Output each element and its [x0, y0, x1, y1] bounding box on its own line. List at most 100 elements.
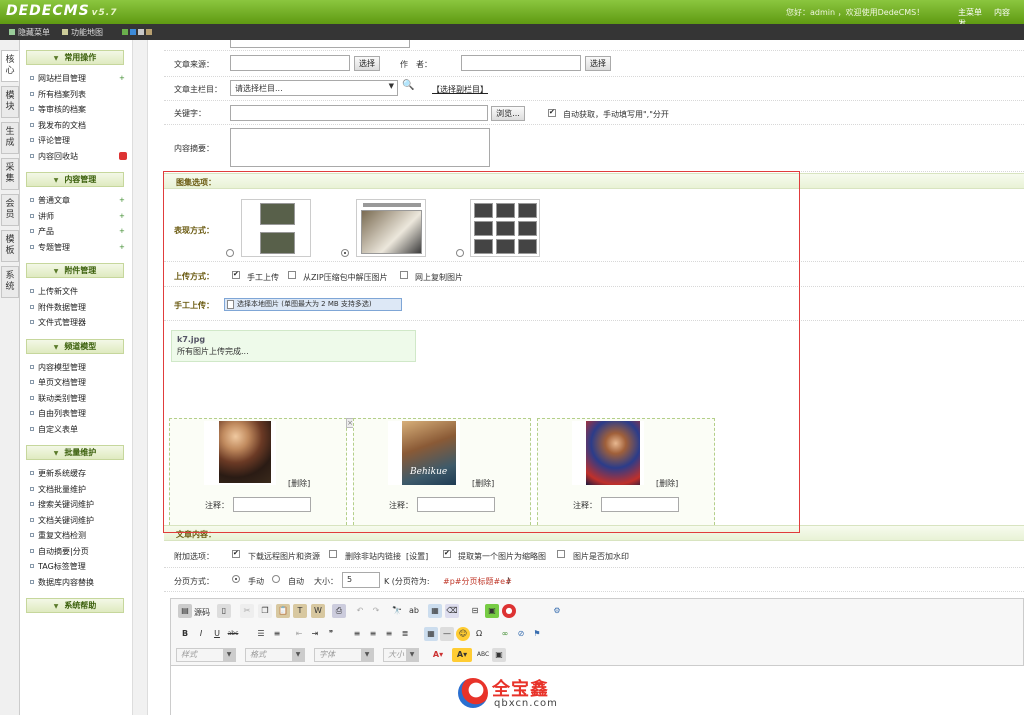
choose-local-images-button[interactable]: 选择本地图片 (单图最大为 2 MB 支持多选) — [224, 298, 402, 311]
unlink-icon[interactable]: ⊘ — [514, 627, 528, 641]
align-justify-icon[interactable]: ≣ — [398, 627, 412, 641]
menu-item[interactable]: 文档关键词维护 — [30, 515, 94, 526]
menu-item[interactable]: 内容回收站 — [30, 151, 78, 162]
add-icon[interactable]: + — [119, 74, 127, 82]
menu-item[interactable]: TAG标签管理 — [30, 561, 86, 572]
menu-item[interactable]: 单页文档管理 — [30, 377, 86, 388]
menu-item[interactable]: 专题管理 — [30, 242, 70, 253]
menu-item[interactable]: 网站栏目管理 — [30, 73, 86, 84]
add-icon[interactable]: + — [119, 243, 127, 251]
menu-group-header[interactable]: ▼ 常用操作 — [26, 50, 124, 65]
vtab-0[interactable]: 核心 — [1, 50, 19, 82]
menu-item[interactable]: 所有档案列表 — [30, 89, 86, 100]
editor-body[interactable] — [171, 665, 1024, 715]
menu-splitter[interactable] — [132, 40, 148, 715]
special-char-icon[interactable]: Ω — [472, 627, 486, 641]
source-input[interactable] — [230, 55, 350, 71]
menu-group-header[interactable]: ▼ 内容管理 — [26, 172, 124, 187]
bg-color-icon[interactable]: A▾ — [452, 648, 472, 662]
upload-remote-checkbox[interactable] — [400, 271, 408, 279]
remove-format-icon[interactable]: ⌫ — [445, 604, 459, 618]
delete-image-2-link[interactable]: [删除] — [472, 478, 494, 489]
upload-manual-checkbox[interactable] — [232, 270, 240, 279]
skin-green-icon[interactable] — [122, 29, 128, 35]
format-select[interactable]: 格式 ▼ — [245, 648, 305, 662]
align-right-icon[interactable]: ≡ — [382, 627, 396, 641]
remove-links-checkbox[interactable] — [329, 550, 337, 558]
remove-links-settings-link[interactable]: [设置] — [406, 551, 428, 562]
find-icon[interactable]: 🔭 — [390, 604, 404, 618]
column-select[interactable]: 请选择栏目... ▼ — [230, 80, 398, 96]
menu-item[interactable]: 自动摘要|分页 — [30, 546, 89, 557]
vtab-2[interactable]: 生成 — [1, 122, 19, 154]
text-color-icon[interactable]: A▾ — [428, 648, 448, 662]
font-select[interactable]: 字体 ▼ — [314, 648, 374, 662]
hr-icon[interactable]: — — [440, 627, 454, 641]
menu-item[interactable]: 我发布的文档 — [30, 120, 86, 131]
partial-input[interactable] — [230, 40, 410, 48]
vtab-3[interactable]: 采集 — [1, 158, 19, 190]
copy-icon[interactable]: ❐ — [258, 604, 272, 618]
menu-item[interactable]: 自定义表单 — [30, 424, 78, 435]
menu-item[interactable]: 评论管理 — [30, 135, 70, 146]
menu-item[interactable]: 重复文档检测 — [30, 530, 86, 541]
add-icon[interactable]: + — [119, 212, 127, 220]
menu-item[interactable]: 数据库内容替换 — [30, 577, 94, 588]
watermark-checkbox[interactable] — [557, 550, 565, 558]
vtab-1[interactable]: 模块 — [1, 86, 19, 118]
skin-brown-icon[interactable] — [146, 29, 152, 35]
menu-group-header[interactable]: ▼ 附件管理 — [26, 263, 124, 278]
undo-icon[interactable]: ↶ — [353, 604, 367, 618]
blockquote-icon[interactable]: ❞ — [324, 627, 338, 641]
author-select-button[interactable]: 选择 — [585, 56, 611, 71]
menu-item[interactable]: 讲师 — [30, 211, 54, 222]
image-icon[interactable]: ▣ — [485, 604, 499, 618]
anchor-icon[interactable]: ⚑ — [530, 627, 544, 641]
menu-item[interactable]: 等审核的档案 — [30, 104, 86, 115]
menu-item[interactable]: 附件数据管理 — [30, 302, 86, 313]
paste-word-icon[interactable]: W — [311, 604, 325, 618]
strike-icon[interactable]: abc — [226, 627, 240, 641]
select-all-icon[interactable]: ▦ — [428, 604, 442, 618]
menu-item[interactable]: 上传新文件 — [30, 286, 78, 297]
table-icon[interactable]: ▦ — [424, 627, 438, 641]
delete-image-1-link[interactable]: [删除] — [288, 478, 310, 489]
paste-icon[interactable]: 📋 — [276, 604, 290, 618]
keyword-input[interactable] — [230, 105, 488, 121]
paging-size-input[interactable]: 5 — [342, 572, 380, 588]
bold-icon[interactable]: B — [178, 627, 192, 641]
display-mode-radio-1[interactable] — [226, 249, 234, 257]
note-input-1[interactable] — [233, 497, 311, 512]
cut-icon[interactable]: ✂ — [240, 604, 254, 618]
replace-icon[interactable]: ab — [407, 604, 421, 618]
media-icon[interactable]: ● — [502, 604, 516, 618]
align-center-icon[interactable]: ≡ — [366, 627, 380, 641]
display-mode-radio-3[interactable] — [456, 249, 464, 257]
menu-item[interactable]: 文件式管理器 — [30, 317, 86, 328]
maximize-icon[interactable]: ▣ — [492, 648, 506, 662]
vtab-4[interactable]: 会员 — [1, 194, 19, 226]
redo-icon[interactable]: ↷ — [369, 604, 383, 618]
ordered-list-icon[interactable]: ☰ — [254, 627, 268, 641]
skin-blue-icon[interactable] — [130, 29, 136, 35]
nav-main-menu[interactable]: 主菜单 — [958, 8, 982, 17]
smiley-icon[interactable]: ☺ — [456, 627, 470, 641]
auto-keyword-checkbox[interactable] — [548, 108, 556, 117]
hide-menu-link[interactable]: 隐藏菜单 — [18, 27, 50, 38]
menu-group-header[interactable]: ▼ 频道模型 — [26, 338, 124, 354]
new-page-icon[interactable]: ▯ — [217, 604, 231, 618]
first-image-thumb-checkbox[interactable] — [443, 549, 451, 558]
menu-item[interactable]: 更新系统缓存 — [30, 468, 86, 479]
skin-gray-icon[interactable] — [138, 29, 144, 35]
menu-group-header[interactable]: ▼ 批量维护 — [26, 445, 124, 460]
paste-text-icon[interactable]: T — [293, 604, 307, 618]
trash-icon[interactable] — [119, 151, 127, 160]
note-input-2[interactable] — [417, 497, 495, 512]
search-icon[interactable]: 🔍 — [402, 80, 414, 91]
browse-button[interactable]: 浏览... — [491, 106, 525, 121]
source-button[interactable]: 源码 — [194, 607, 210, 618]
menu-item[interactable]: 联动类别管理 — [30, 393, 86, 404]
upload-zip-checkbox[interactable] — [288, 271, 296, 279]
link-icon[interactable]: ∞ — [498, 627, 512, 641]
source-select-button[interactable]: 选择 — [354, 56, 380, 71]
